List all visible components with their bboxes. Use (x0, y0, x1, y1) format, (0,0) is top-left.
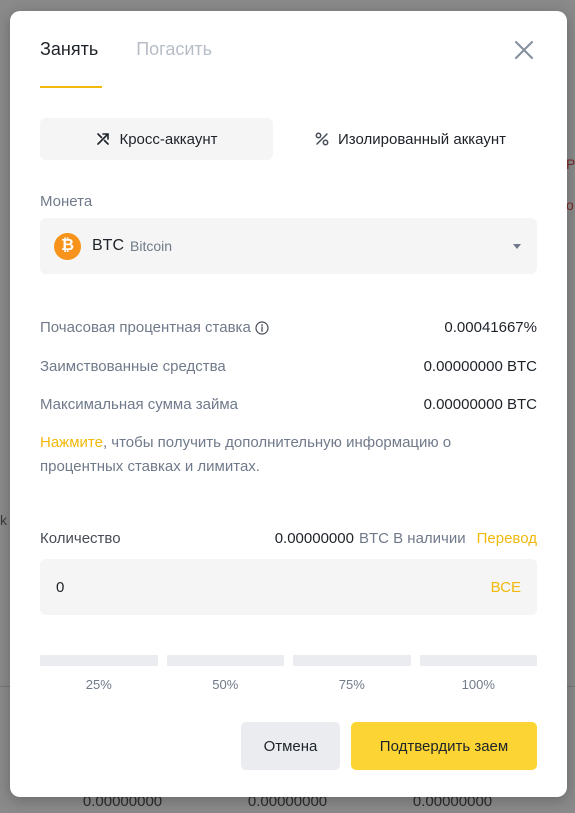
quantity-header: Количество 0.00000000 BTC В наличии Пере… (40, 530, 537, 547)
max-loan-value: 0.00000000 BTC (423, 396, 537, 413)
tab-repay[interactable]: Погасить (136, 39, 212, 88)
available-balance: 0.00000000 BTC В наличии Перевод (275, 530, 537, 547)
isolated-account-label: Изолированный аккаунт (338, 130, 506, 148)
caret-down-icon (513, 243, 521, 249)
cross-arrows-icon (97, 133, 110, 145)
cancel-button[interactable]: Отмена (241, 722, 340, 770)
cross-account-label: Кросс-аккаунт (119, 130, 218, 148)
background-text: P (566, 156, 575, 172)
info-note: Нажмите, чтобы получить дополнительную и… (40, 431, 537, 479)
borrowed-row: Заимствованные средства 0.00000000 BTC (40, 358, 537, 375)
max-loan-label: Максимальная сумма займа (40, 396, 238, 413)
percent-label: 25% (85, 677, 112, 692)
account-type-selector: Кросс-аккаунт Изолированный аккаунт (40, 118, 547, 160)
info-icon[interactable] (255, 320, 269, 335)
percent-25-button[interactable]: 25% (40, 655, 158, 692)
modal-actions: Отмена Подтвердить заем (241, 722, 537, 770)
confirm-borrow-button[interactable]: Подтвердить заем (351, 722, 537, 770)
borrowed-label: Заимствованные средства (40, 358, 226, 375)
borrowed-value: 0.00000000 BTC (423, 358, 537, 375)
percent-bar (40, 655, 158, 666)
percent-icon (315, 132, 329, 146)
percent-75-button[interactable]: 75% (293, 655, 411, 692)
transfer-link[interactable]: Перевод (477, 530, 537, 547)
amount-input[interactable] (56, 578, 491, 596)
close-button[interactable] (513, 39, 535, 61)
borrow-modal: Занять Погасить Кросс-аккаунт Изолирован… (10, 11, 567, 797)
percent-selector: 25% 50% 75% 100% (40, 655, 537, 692)
percent-50-button[interactable]: 50% (166, 655, 284, 692)
coin-select[interactable]: ₿ BTC Bitcoin (40, 218, 537, 274)
percent-label: 100% (461, 677, 495, 692)
hourly-rate-key: Почасовая процентная ставка (40, 319, 269, 336)
percent-bar (293, 655, 411, 666)
percent-100-button[interactable]: 100% (419, 655, 537, 692)
tab-borrow[interactable]: Занять (40, 39, 103, 88)
isolated-account-button[interactable]: Изолированный аккаунт (273, 118, 547, 160)
percent-label: 75% (338, 677, 365, 692)
info-link[interactable]: Нажмите (40, 434, 103, 451)
hourly-rate-value: 0.00041667% (444, 319, 537, 336)
close-icon (515, 41, 533, 59)
background-text: o (566, 197, 574, 213)
percent-bar (419, 655, 537, 666)
coin-symbol: BTC (92, 237, 124, 254)
coin-label: Монета (40, 193, 93, 210)
max-button[interactable]: ВСЕ (491, 579, 521, 596)
coin-name: Bitcoin (130, 238, 173, 254)
percent-label: 50% (212, 677, 239, 692)
cross-account-button[interactable]: Кросс-аккаунт (40, 118, 273, 160)
max-loan-row: Максимальная сумма займа 0.00000000 BTC (40, 396, 537, 413)
modal-tabs: Занять Погасить (40, 39, 212, 88)
background-text: k (0, 512, 7, 528)
available-amount: 0.00000000 (274, 530, 354, 547)
hourly-rate-label: Почасовая процентная ставка (40, 319, 251, 336)
bitcoin-icon: ₿ (54, 232, 81, 260)
available-unit: BTC В наличии (358, 530, 466, 547)
hourly-rate-row: Почасовая процентная ставка 0.00041667% (40, 319, 537, 336)
quantity-label: Количество (40, 530, 121, 547)
percent-bar (166, 655, 284, 666)
amount-field-wrapper: ВСЕ (40, 559, 537, 615)
